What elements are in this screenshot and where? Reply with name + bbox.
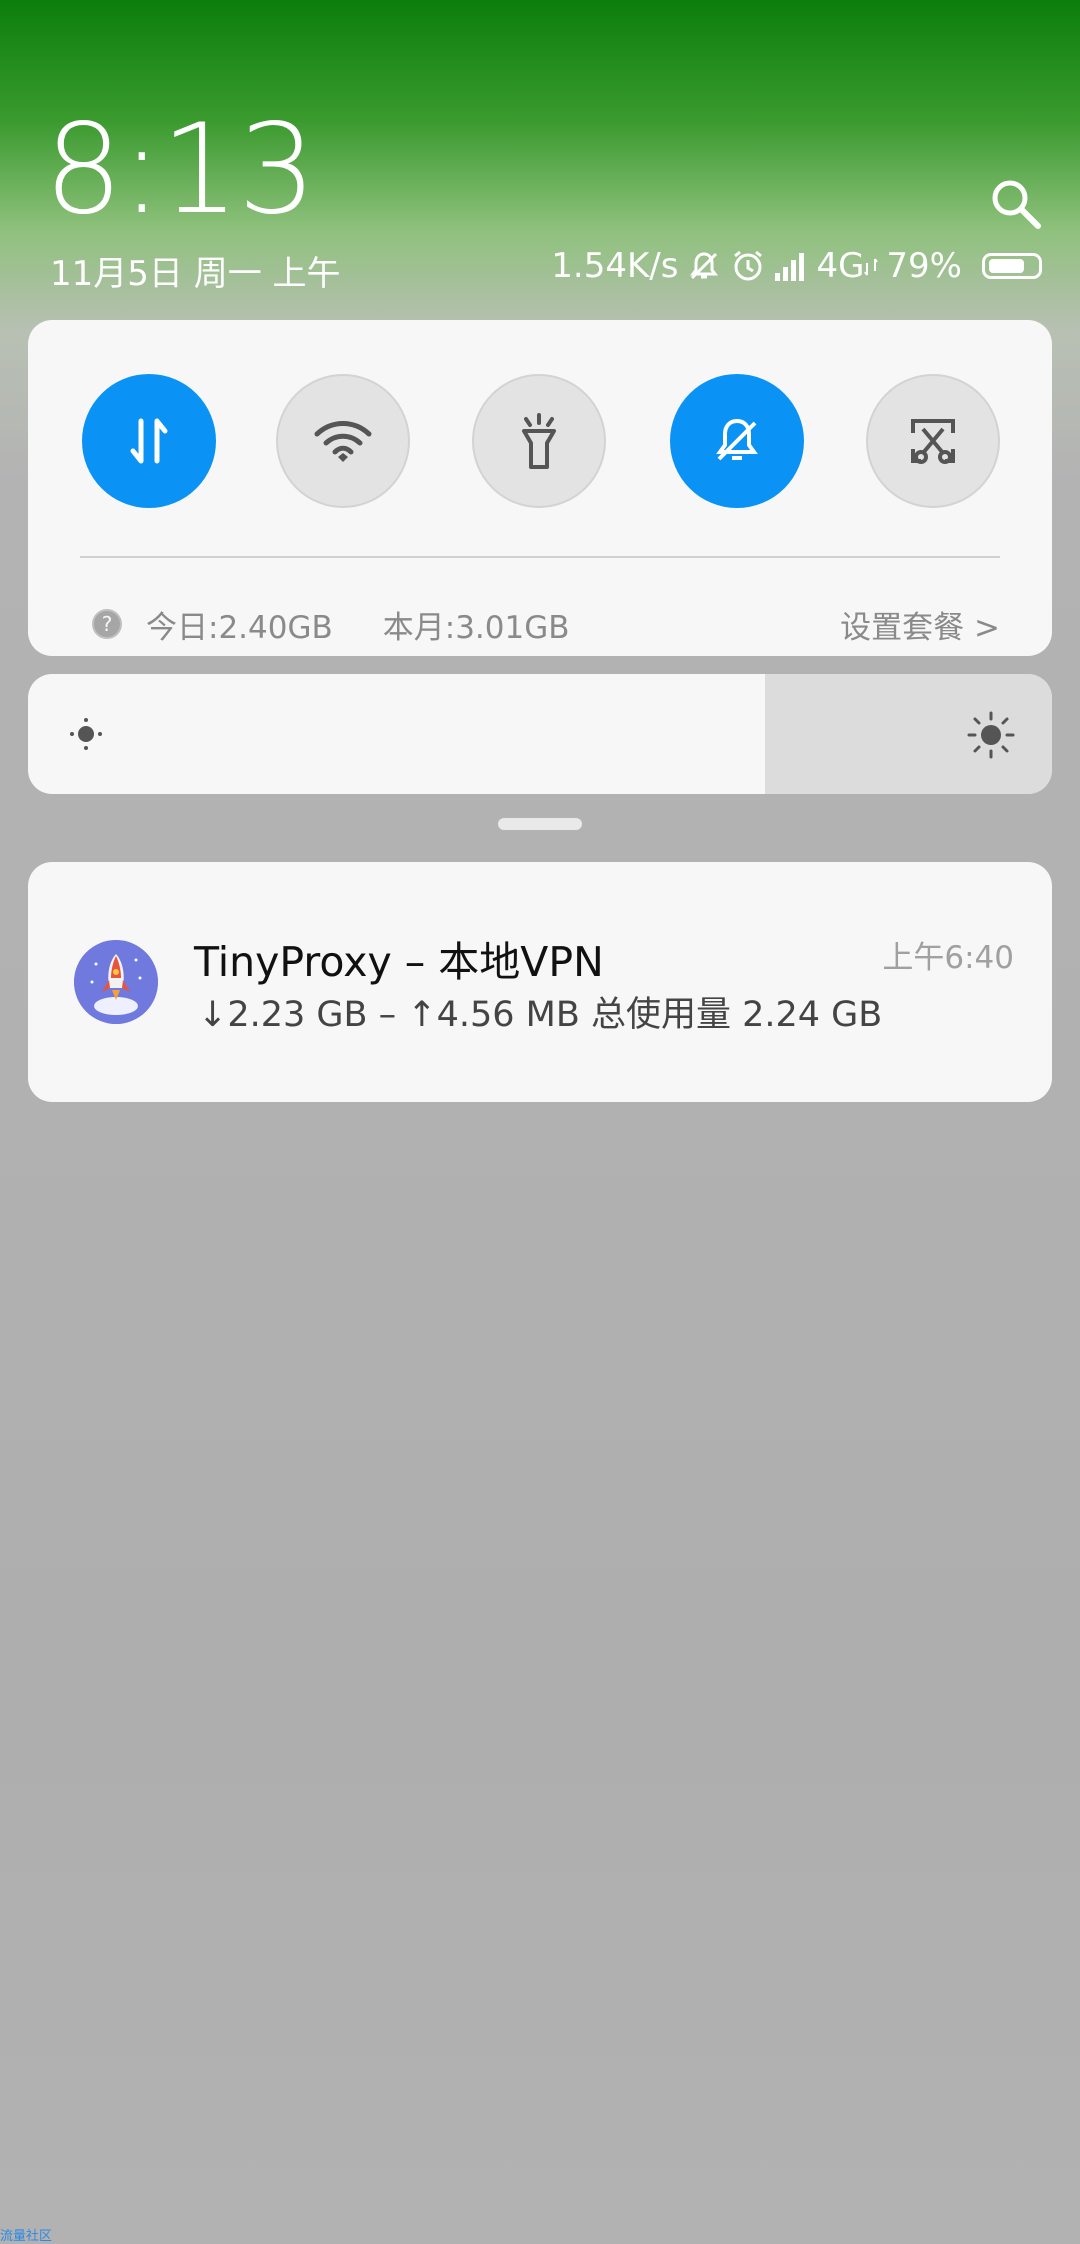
rocket-icon [74,940,158,1024]
brightness-high-icon [966,710,1016,764]
divider [80,556,1000,558]
brightness-low-icon [66,714,106,758]
wifi-toggle[interactable] [276,374,410,508]
mobile-data-toggle[interactable] [82,374,216,508]
data-arrows-icon [864,255,879,277]
notification-card[interactable]: TinyProxy – 本地VPN 上午6:40 ↓2.23 GB – ↑4.5… [28,862,1052,1102]
wifi-icon [314,421,372,462]
set-plan-link[interactable]: 设置套餐 > [840,602,1000,647]
battery-icon [982,253,1042,279]
drag-handle[interactable] [498,818,582,830]
scissors-screenshot-icon [911,419,955,464]
quick-settings-panel: ? 今日:2.40GB 本月:3.01GB 设置套餐 > [28,320,1052,656]
notification-title: TinyProxy – 本地VPN [194,938,604,986]
notification-shade: { "header": { "time": "8:13", "date": "1… [0,0,1080,2244]
watermark: 流量社区 [0,2229,53,2244]
net-speed: 1.54K/s [551,246,679,286]
data-usage-row: ? 今日:2.40GB 本月:3.01GB 设置套餐 > [92,584,1000,664]
help-icon[interactable]: ? [92,609,122,639]
battery-percent: 79% [886,246,962,286]
brightness-slider[interactable] [28,674,1052,794]
mute-bell-icon [686,248,722,284]
status-bar: 1.54K/s 4G 79% [551,246,1042,286]
network-type: 4G [816,246,865,286]
alarm-clock-icon [730,248,766,284]
screenshot-toggle[interactable] [866,374,1000,508]
flashlight-icon [522,413,556,469]
clock-time[interactable]: 8:13 [44,108,316,232]
mute-bell-icon [716,418,758,461]
search-icon[interactable] [988,176,1044,232]
flashlight-toggle[interactable] [472,374,606,508]
silent-toggle[interactable] [670,374,804,508]
notification-body: ↓2.23 GB – ↑4.56 MB 总使用量 2.24 GB [198,995,883,1035]
data-arrows-icon [130,418,168,464]
notification-time: 上午6:40 [882,940,1014,976]
date-label[interactable]: 11月5日 周一 上午 [50,246,341,295]
signal-bars-icon [774,251,808,281]
data-today: 今日:2.40GB [146,609,333,646]
data-month: 本月:3.01GB [382,609,570,646]
